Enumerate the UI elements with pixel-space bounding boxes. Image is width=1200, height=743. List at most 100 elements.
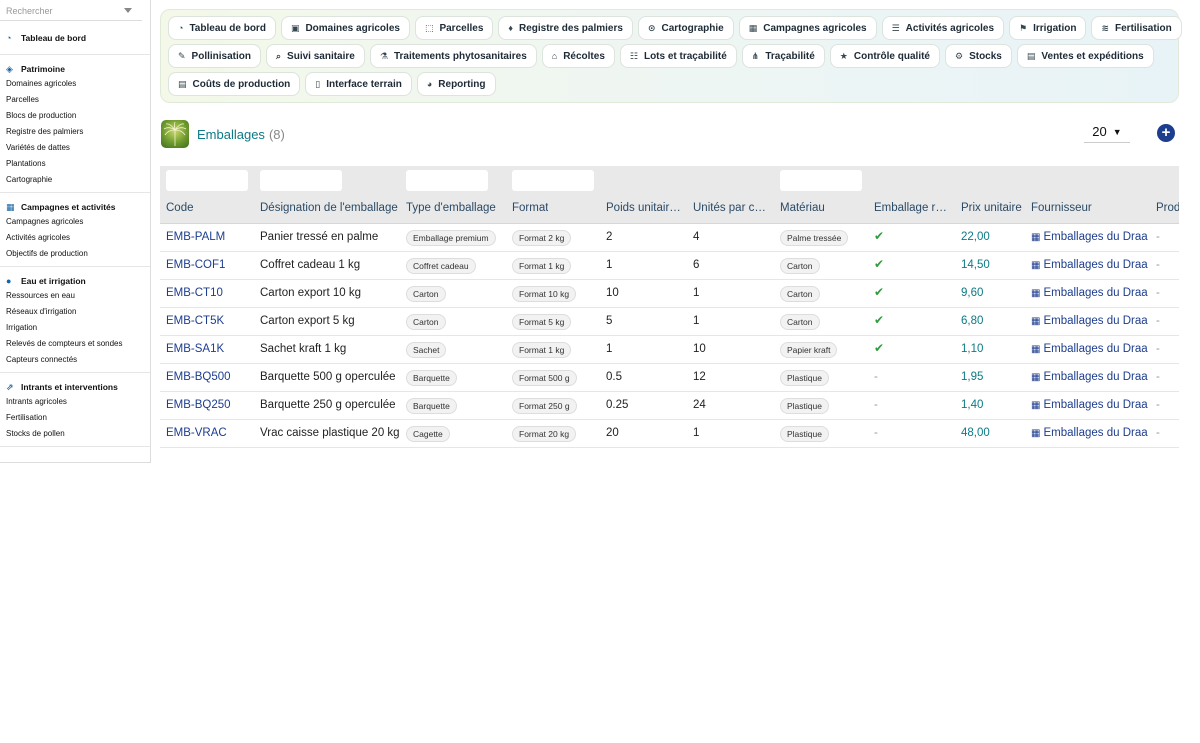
add-button[interactable]: + (1157, 124, 1175, 142)
nav-button[interactable]: ⊙ Cartographie (637, 16, 734, 40)
sidebar-item[interactable]: Campagnes agricoles (6, 214, 150, 230)
nav-button[interactable]: ▣ Domaines agricoles (280, 16, 410, 40)
code-link[interactable]: EMB-SA1K (166, 343, 224, 355)
code-link[interactable]: EMB-CT10 (166, 287, 223, 299)
sidebar-item[interactable]: Fertilisation (6, 410, 150, 426)
supplier-link[interactable]: ▦ Emballages du Draa (1031, 427, 1148, 439)
supplier-link[interactable]: ▦ Emballages du Draa (1031, 399, 1148, 411)
code-link[interactable]: EMB-CT5K (166, 315, 224, 327)
nav-button[interactable]: ◔ Tableau de bord (168, 16, 276, 40)
nav-button[interactable]: ▯ Interface terrain (305, 72, 412, 96)
chevron-down-icon[interactable] (124, 8, 132, 13)
table-row[interactable]: EMB-VRAC Vrac caisse plastique 20 kg Caget… (160, 420, 1179, 448)
nav-button[interactable]: ⚗ Traitements phytosanitaires (369, 44, 537, 68)
sidebar-section-header[interactable]: ▦ Campagnes et activités (6, 200, 150, 214)
table-row[interactable]: EMB-COF1 Coffret cadeau 1 kg Coffret cadea… (160, 252, 1179, 280)
sidebar-section-header[interactable]: ◈ Patrimoine (6, 62, 150, 76)
code-link[interactable]: EMB-BQ500 (166, 371, 231, 383)
sidebar-item-dashboard[interactable]: ◔ Tableau de bord (6, 31, 150, 45)
sidebar-section-header[interactable]: ⇗ Intrants et interventions (6, 380, 150, 394)
sidebar-item[interactable]: Blocs de production (6, 108, 150, 124)
nav-button-label: Coûts de production (192, 78, 291, 90)
nav-button[interactable]: ⬚ Parcelles (414, 16, 494, 40)
nav-button[interactable]: ⌕ Suivi sanitaire (266, 44, 365, 68)
price-cell: 1,40 (961, 399, 984, 411)
nav-button[interactable]: ✎ Pollinisation (168, 44, 261, 68)
supplier-link[interactable]: ▦ Emballages du Draa (1031, 231, 1148, 243)
code-link[interactable]: EMB-COF1 (166, 259, 225, 271)
nav-button[interactable]: ▦ Campagnes agricoles (738, 16, 877, 40)
sidebar-item[interactable]: Objectifs de production (6, 246, 150, 262)
sidebar-section-header[interactable]: ● Eau et irrigation (6, 274, 150, 288)
sidebar-item[interactable]: Variétés de dattes (6, 140, 150, 156)
column-header[interactable]: Type d'emballage (406, 202, 496, 214)
code-link[interactable]: EMB-VRAC (166, 427, 227, 439)
supplier-link[interactable]: ▦ Emballages du Draa (1031, 315, 1148, 327)
sidebar-item[interactable]: Réseaux d'irrigation (6, 304, 150, 320)
column-header[interactable]: Fournisseur (1031, 202, 1092, 214)
units-cell: 24 (693, 399, 706, 411)
sidebar-item[interactable]: Stocks de pollen (6, 426, 150, 442)
building-icon: ▦ (1031, 399, 1041, 411)
units-cell: 12 (693, 371, 706, 383)
sidebar-item[interactable]: Plantations (6, 156, 150, 172)
supplier-link[interactable]: ▦ Emballages du Draa (1031, 371, 1148, 383)
nav-button[interactable]: ▤ Coûts de production (168, 72, 301, 96)
column-header[interactable]: Unités par c… (693, 202, 766, 214)
table-row[interactable]: EMB-CT10 Carton export 10 kg Carton Format … (160, 280, 1179, 308)
empty-value: - (874, 399, 878, 411)
per-page-select[interactable]: 20 ▼ (1084, 121, 1130, 143)
nav-button[interactable]: ◕ Reporting (416, 72, 496, 96)
nav-button[interactable]: ☷ Lots et traçabilité (619, 44, 737, 68)
column-filter-input[interactable] (406, 170, 488, 191)
column-filter-input[interactable] (166, 170, 248, 191)
column-header[interactable]: Emballage r… (874, 202, 947, 214)
column-header[interactable]: Poids unitair… (606, 202, 681, 214)
sidebar-item[interactable]: Relevés de compteurs et sondes (6, 336, 150, 352)
nav-button[interactable]: ⚙ Stocks (945, 44, 1012, 68)
nav-button[interactable]: ★ Contrôle qualité (829, 44, 940, 68)
search-placeholder: Rechercher (6, 6, 53, 16)
sidebar-item[interactable]: Capteurs connectés (6, 352, 150, 368)
nav-button[interactable]: ▤ Ventes et expéditions (1016, 44, 1154, 68)
sidebar-item[interactable]: Cartographie (6, 172, 150, 188)
table-row[interactable]: EMB-BQ250 Barquette 250 g operculée Barque… (160, 392, 1179, 420)
column-header[interactable]: Prod (1156, 202, 1179, 214)
sidebar-item[interactable]: Ressources en eau (6, 288, 150, 304)
sidebar-item[interactable]: Domaines agricoles (6, 76, 150, 92)
column-filter-input[interactable] (512, 170, 594, 191)
sidebar-item[interactable]: Activités agricoles (6, 230, 150, 246)
building-icon: ▦ (1031, 343, 1041, 355)
column-header[interactable]: Désignation de l'emballage (260, 202, 398, 214)
table-row[interactable]: EMB-BQ500 Barquette 500 g operculée Barque… (160, 364, 1179, 392)
nav-button[interactable]: ⋔ Traçabilité (741, 44, 825, 68)
nav-button[interactable]: ⌂ Récoltes (541, 44, 615, 68)
table-row[interactable]: EMB-CT5K Carton export 5 kg Carton Format 5… (160, 308, 1179, 336)
supplier-link[interactable]: ▦ Emballages du Draa (1031, 343, 1148, 355)
sidebar-item[interactable]: Registre des palmiers (6, 124, 150, 140)
table-row[interactable]: EMB-PALM Panier tressé en palme Emballage … (160, 224, 1179, 252)
code-link[interactable]: EMB-PALM (166, 231, 225, 243)
sidebar-item[interactable]: Irrigation (6, 320, 150, 336)
table-row[interactable]: EMB-SA1K Sachet kraft 1 kg Sachet Format 1 … (160, 336, 1179, 364)
type-badge: Sachet (406, 342, 447, 358)
column-header[interactable]: Matériau (780, 202, 825, 214)
sidebar-item[interactable]: Intrants agricoles (6, 394, 150, 410)
code-link[interactable]: EMB-BQ250 (166, 399, 231, 411)
sidebar-item[interactable]: Parcelles (6, 92, 150, 108)
nav-button[interactable]: ⚑ Irrigation (1009, 16, 1087, 40)
nav-button[interactable]: ♦ Registre des palmiers (498, 16, 633, 40)
nav-button[interactable]: ≋ Fertilisation (1091, 16, 1182, 40)
supplier-link[interactable]: ▦ Emballages du Draa (1031, 287, 1148, 299)
nav-button[interactable]: ☰ Activités agricoles (881, 16, 1005, 40)
nav-button-label: Interface terrain (326, 78, 402, 90)
search-input[interactable]: Rechercher (0, 2, 142, 21)
sidebar-dashboard-section: ◔ Tableau de bord (0, 21, 150, 55)
column-header[interactable]: Code (166, 202, 194, 214)
column-filter-input[interactable] (780, 170, 862, 191)
supplier-link[interactable]: ▦ Emballages du Draa (1031, 259, 1148, 271)
nav-button-label: Tableau de bord (189, 22, 266, 34)
column-header[interactable]: Prix unitaire (961, 202, 1022, 214)
column-filter-input[interactable] (260, 170, 342, 191)
column-header[interactable]: Format (512, 202, 548, 214)
